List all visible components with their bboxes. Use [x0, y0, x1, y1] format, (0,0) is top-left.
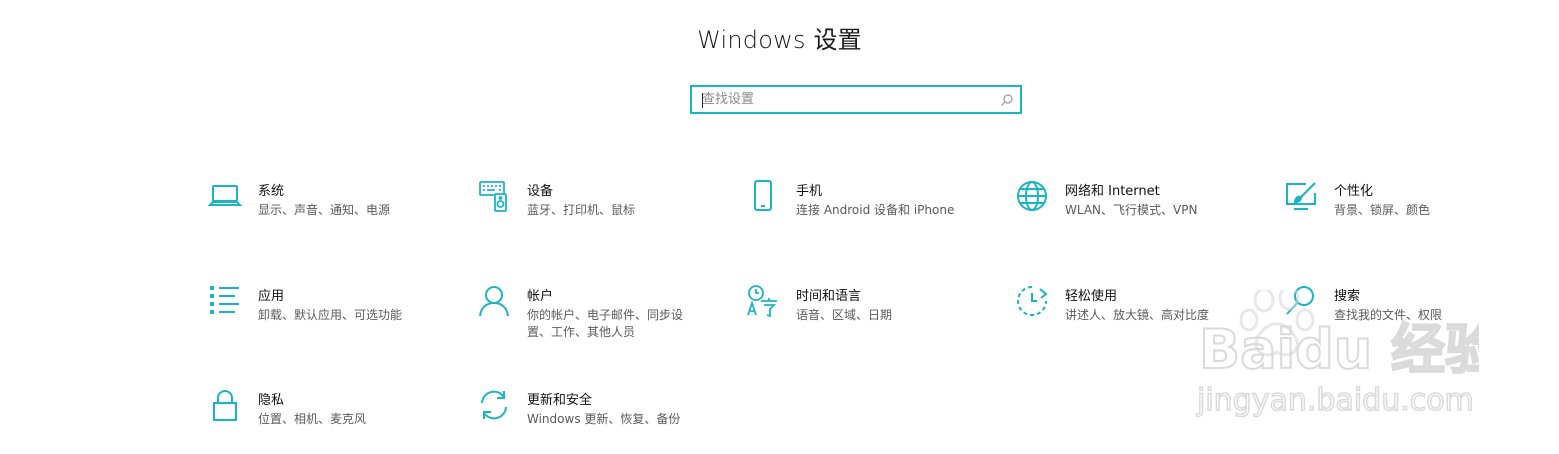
- tile-desc: 查找我的文件、权限: [1334, 308, 1443, 322]
- tile-name: 更新和安全: [527, 393, 593, 408]
- tile-name: 隐私: [258, 393, 285, 408]
- search-box[interactable]: [690, 85, 1022, 114]
- person-icon: [477, 284, 511, 318]
- time-language-icon: [746, 284, 780, 318]
- tile-name: 搜索: [1334, 289, 1361, 304]
- tile-accounts[interactable]: 帐户 你的帐户、电子邮件、同步设置、工作、其他人员: [477, 286, 727, 358]
- tile-desc: 连接 Android 设备和 iPhone: [796, 203, 955, 217]
- tile-name: 网络和 Internet: [1065, 184, 1160, 199]
- tile-desc: 语音、区域、日期: [796, 308, 893, 322]
- tile-desc: 显示、声音、通知、电源: [258, 203, 391, 217]
- tile-desc: 蓝牙、打印机、鼠标: [527, 203, 636, 217]
- tile-devices[interactable]: 设备 蓝牙、打印机、鼠标: [477, 181, 727, 253]
- tile-update-security[interactable]: 更新和安全 Windows 更新、恢复、备份: [477, 390, 727, 454]
- tile-network[interactable]: 网络和 Internet WLAN、飞行模式、VPN: [1015, 181, 1265, 253]
- tile-ease-of-access[interactable]: 轻松使用 讲述人、放大镜、高对比度: [1015, 286, 1265, 358]
- tile-name: 系统: [258, 184, 285, 199]
- tile-privacy[interactable]: 隐私 位置、相机、麦克风: [208, 390, 458, 454]
- tile-name: 时间和语言: [796, 289, 862, 304]
- tile-desc: WLAN、飞行模式、VPN: [1065, 203, 1198, 217]
- tile-desc: 位置、相机、麦克风: [258, 412, 367, 426]
- tile-desc: Windows 更新、恢复、备份: [527, 412, 681, 426]
- tile-name: 个性化: [1334, 184, 1374, 199]
- lock-icon: [208, 388, 242, 422]
- keyboard-speaker-icon: [477, 179, 511, 213]
- sync-icon: [477, 388, 511, 422]
- watermark-url: jingyan.baidu.com: [1196, 383, 1474, 418]
- tile-search[interactable]: 搜索 查找我的文件、权限: [1284, 286, 1534, 358]
- search-icon: [1284, 284, 1318, 318]
- tile-personalization[interactable]: 个性化 背景、锁屏、颜色: [1284, 182, 1534, 253]
- tile-name: 应用: [258, 289, 285, 304]
- search-input[interactable]: [692, 87, 994, 112]
- tile-desc: 你的帐户、电子邮件、同步设置、工作、其他人员: [527, 308, 684, 339]
- laptop-icon: [208, 179, 242, 213]
- ease-of-access-icon: [1015, 284, 1049, 318]
- page-title: Windows 设置: [697, 26, 862, 54]
- globe-icon: [1015, 179, 1049, 213]
- paintbrush-icon: [1284, 179, 1318, 213]
- text-caret: [702, 93, 703, 108]
- apps-list-icon: [208, 284, 242, 318]
- tile-desc: 讲述人、放大镜、高对比度: [1065, 308, 1210, 322]
- phone-icon: [746, 179, 780, 213]
- tile-name: 帐户: [527, 289, 554, 304]
- tile-desc: 背景、锁屏、颜色: [1334, 203, 1431, 217]
- tile-name: 设备: [527, 184, 554, 199]
- tile-apps[interactable]: 应用 卸载、默认应用、可选功能: [208, 286, 458, 358]
- search-icon[interactable]: [994, 87, 1020, 112]
- tile-desc: 卸载、默认应用、可选功能: [258, 308, 403, 322]
- tile-system[interactable]: 系统 显示、声音、通知、电源: [208, 183, 458, 253]
- tile-name: 轻松使用: [1065, 289, 1118, 304]
- tile-time-language[interactable]: 时间和语言 语音、区域、日期: [746, 285, 996, 358]
- tile-name: 手机: [796, 184, 823, 199]
- tile-phone[interactable]: 手机 连接 Android 设备和 iPhone: [746, 180, 996, 253]
- settings-window: Windows 设置 系统 显示、声音、通知、电源: [0, 0, 1559, 454]
